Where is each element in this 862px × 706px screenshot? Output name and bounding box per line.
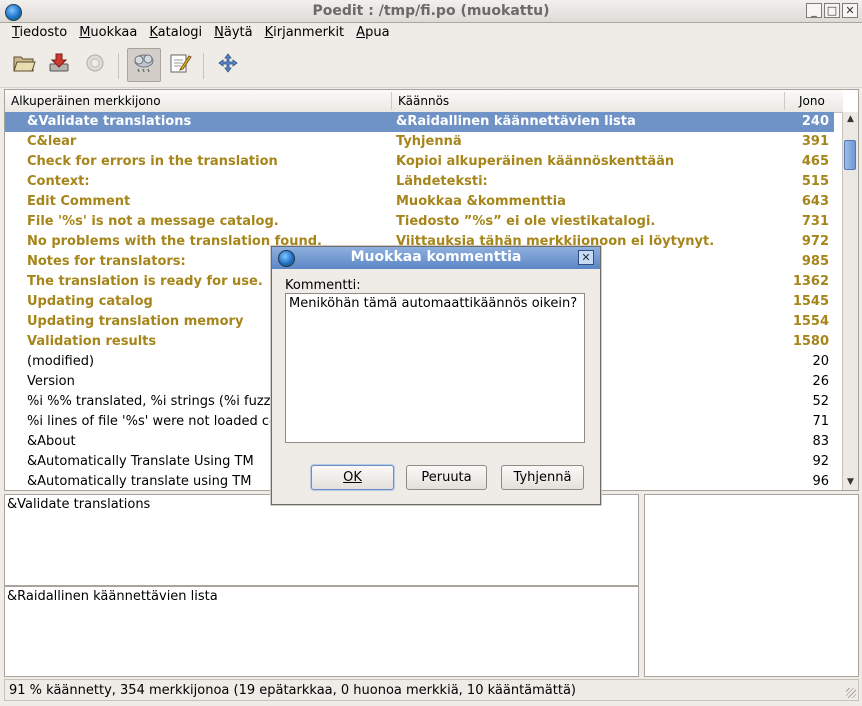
row-order: 71 [812,414,829,429]
fuzzy-toggle-button[interactable] [127,48,161,82]
cancel-button[interactable]: Peruuta [406,465,487,490]
menu-tiedosto[interactable]: Tiedosto [6,23,73,45]
column-header-source[interactable]: Alkuperäinen merkkijono [11,94,161,108]
menu-katalogi[interactable]: Katalogi [143,23,208,45]
fullscreen-button[interactable] [213,50,243,80]
row-order: 972 [801,234,829,249]
row-translation: Lähdeteksti: [396,174,488,189]
dialog-titlebar: Muokkaa kommenttia ✕ [272,247,600,269]
table-row[interactable]: &Validate translations &Raidallinen käänn… [5,112,834,132]
row-source: Check for errors in the translation [27,154,278,169]
resize-grip-icon[interactable] [846,688,856,698]
save-icon [47,52,71,78]
close-window-button[interactable]: ✕ [842,3,858,18]
translation-text[interactable]: &Raidallinen käännettävien lista [7,589,218,604]
row-order: 1580 [792,334,829,349]
scroll-down-arrow-icon[interactable]: ▼ [843,475,858,490]
dialog-title: Muokkaa kommenttia [350,249,522,265]
column-header-order[interactable]: Jono [799,94,825,108]
row-order: 1554 [792,314,829,329]
row-order: 96 [812,474,829,489]
save-button[interactable] [44,50,74,80]
row-translation: &Raidallinen käännettävien lista [396,114,636,129]
menu-nayta[interactable]: Näytä [208,23,258,45]
row-source: File '%s' is not a message catalog. [27,214,279,229]
dialog-close-button[interactable]: ✕ [578,250,594,265]
row-order: 92 [812,454,829,469]
row-order: 465 [801,154,829,169]
row-order: 1362 [792,274,829,289]
row-source: Context: [27,174,90,189]
row-order: 52 [812,394,829,409]
toolbar-separator-2 [203,53,204,79]
row-translation: Kopioi alkuperäinen käännöskenttään [396,154,675,169]
column-separator [391,92,392,110]
source-text-pane: &Validate translations [4,494,639,586]
table-row[interactable]: Check for errors in the translation Kopio… [5,152,834,172]
row-source: C&lear [27,134,77,149]
row-translation: Tiedosto ”%s” ei ole viestikatalogi. [396,214,656,229]
row-source: &Validate translations [27,114,192,129]
open-folder-icon [12,52,36,78]
row-order: 1545 [792,294,829,309]
statusbar: 91 % käännetty, 354 merkkijonoa (19 epät… [4,679,859,701]
fullscreen-icon [216,52,240,78]
row-translation: Tyhjennä [396,134,462,149]
fuzzy-toggle-icon [131,51,157,79]
comment-textarea[interactable]: Meniköhän tämä automaattikäännös oikein? [285,293,585,443]
table-row[interactable]: Context: Lähdeteksti: 515 [5,172,834,192]
row-order: 515 [801,174,829,189]
scrollbar-thumb[interactable] [844,140,856,170]
row-translation: Muokkaa &kommenttia [396,194,566,209]
translation-text-pane[interactable]: &Raidallinen käännettävien lista [4,586,639,677]
window-title: Poedit : /tmp/fi.po (muokattu) [312,3,550,19]
row-order: 643 [801,194,829,209]
comment-side-pane [644,494,859,677]
row-order: 391 [801,134,829,149]
minimize-button[interactable]: _ [806,3,822,18]
status-text: 91 % käännetty, 354 merkkijonoa (19 epät… [9,683,576,698]
row-order: 20 [812,354,829,369]
row-order: 83 [812,434,829,449]
comment-label: Kommentti: [285,278,361,293]
update-catalog-button[interactable] [80,50,110,80]
scroll-up-arrow-icon[interactable]: ▲ [843,112,858,127]
menu-apua[interactable]: Apua [350,23,395,45]
window-titlebar: Poedit : /tmp/fi.po (muokattu) _ □ ✕ [0,0,862,23]
toolbar [0,45,862,88]
source-text: &Validate translations [7,497,151,512]
ok-button[interactable]: OK [311,465,394,490]
table-row[interactable]: File '%s' is not a message catalog. Tiedo… [5,212,834,232]
row-source: Edit Comment [27,194,131,209]
row-order: 240 [801,114,829,129]
row-order: 985 [801,254,829,269]
edit-comment-dialog: Muokkaa kommenttia ✕ Kommentti: Meniköhä… [271,246,601,505]
column-separator-2 [784,92,785,110]
clear-button[interactable]: Tyhjennä [501,465,584,490]
open-button[interactable] [9,50,39,80]
column-header-translation[interactable]: Käännös [398,94,449,108]
toolbar-separator [118,53,119,79]
comment-icon [168,52,192,78]
comment-button[interactable] [165,50,195,80]
menu-kirjanmerkit[interactable]: Kirjanmerkit [259,23,351,45]
maximize-button[interactable]: □ [824,3,840,18]
menubar: Tiedosto Muokkaa Katalogi Näytä Kirjanme… [0,23,862,45]
table-row[interactable]: Edit Comment Muokkaa &kommenttia 643 [5,192,834,212]
row-order: 731 [801,214,829,229]
list-scrollbar[interactable]: ▲ ▼ [842,112,858,490]
menu-muokkaa[interactable]: Muokkaa [73,23,143,45]
row-order: 26 [812,374,829,389]
list-header: Alkuperäinen merkkijono Käännös Jono [5,90,843,113]
table-row[interactable]: C&lear Tyhjennä 391 [5,132,834,152]
update-catalog-icon [83,52,107,78]
